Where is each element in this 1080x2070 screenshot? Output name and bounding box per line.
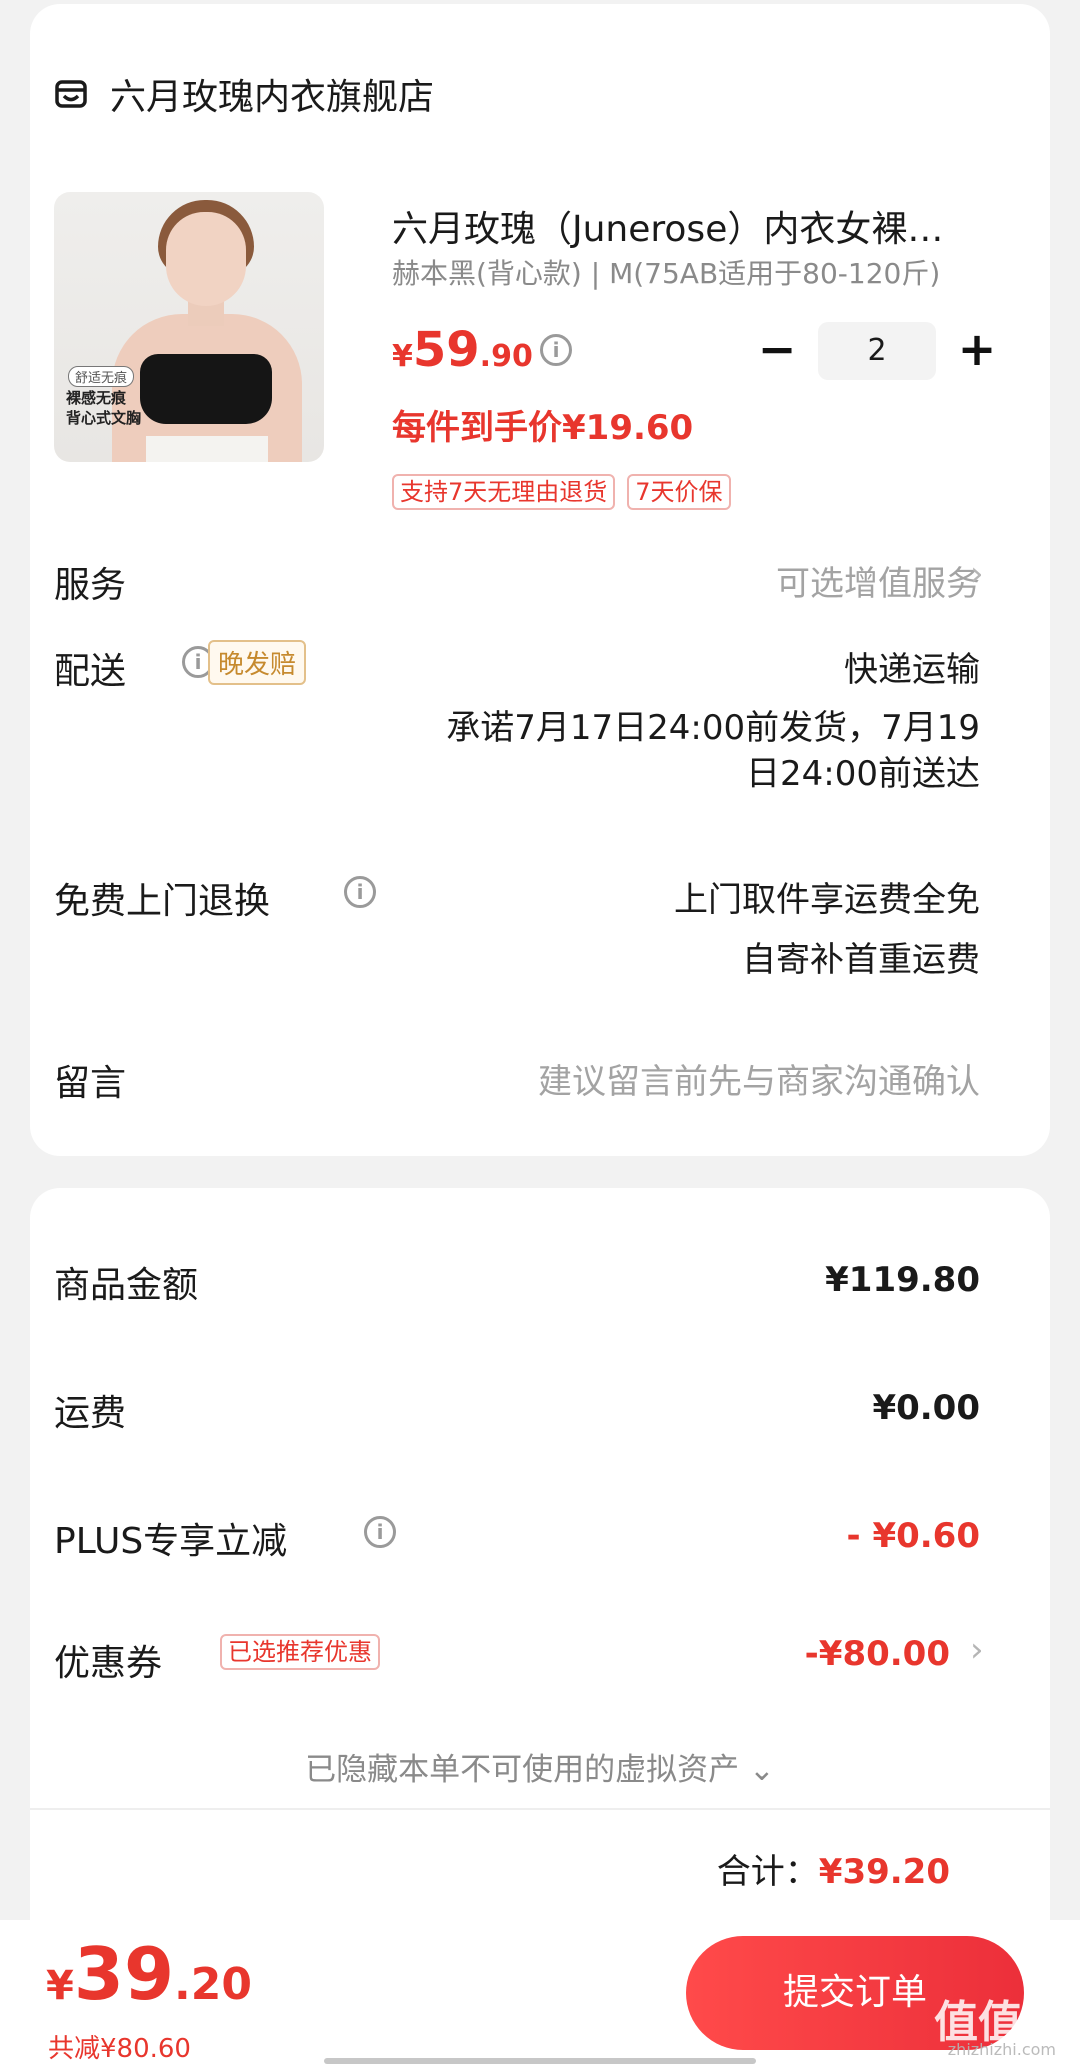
total-saved: 共减¥80.60 — [48, 2034, 191, 2064]
product-price: ¥ 59 .90 — [392, 322, 533, 378]
goods-amount-label: 商品金额 — [54, 1265, 199, 1306]
shipping-value: ¥0.00 — [872, 1388, 980, 1428]
free-return-label: 免费上门退换 — [54, 881, 271, 922]
late-compensation-badge: 晚发赔 — [208, 640, 307, 685]
product-tags: 支持7天无理由退货 7天价保 — [392, 474, 731, 510]
free-return-line1: 上门取件享运费全免 — [674, 880, 980, 920]
product-title[interactable]: 六月玫瑰（Junerose）内衣女裸… — [392, 200, 972, 252]
return-policy-badge: 支持7天无理由退货 — [392, 474, 616, 510]
free-return-line2: 自寄补首重运费 — [742, 940, 980, 980]
goods-amount-value: ¥119.80 — [825, 1260, 980, 1300]
total-value: ¥39.20 — [818, 1852, 950, 1892]
service-value[interactable]: 可选增值服务 — [776, 556, 980, 605]
image-tag-desc: 裸感无痕 背心式文胸 — [66, 389, 142, 427]
delivery-label: 配送 — [54, 651, 127, 692]
total-label: 合计： — [716, 1852, 819, 1892]
order-total: 合计：¥39.20 — [717, 1844, 950, 1893]
minus-button[interactable]: − — [752, 326, 802, 376]
delivery-promise-line2: 日24:00前送达 — [746, 754, 980, 794]
payable-price: ¥ 39 .20 — [46, 1932, 252, 2016]
message-input[interactable]: 建议留言前先与商家沟通确认 — [538, 1054, 980, 1103]
shipping-label: 运费 — [54, 1393, 127, 1434]
shop-name: 六月玫瑰内衣旗舰店 — [110, 77, 435, 118]
price-protect-badge: 7天价保 — [627, 474, 731, 510]
coupon-selected-badge: 已选推荐优惠 — [220, 1634, 380, 1670]
product-image[interactable]: 舒适无痕 裸感无痕 背心式文胸 — [54, 192, 324, 462]
info-icon[interactable]: i — [344, 876, 376, 908]
home-indicator[interactable] — [324, 2058, 756, 2064]
shop-header[interactable]: 六月玫瑰内衣旗舰店 — [54, 68, 434, 120]
quantity-stepper: − 2 + — [752, 322, 1002, 380]
delivery-promise-line1: 承诺7月17日24:00前发货，7月19 — [446, 708, 980, 748]
coupon-value[interactable]: -¥80.00 — [805, 1634, 950, 1674]
coupon-label: 优惠券 — [54, 1643, 163, 1684]
service-label: 服务 — [54, 565, 127, 606]
image-tag-comfort: 舒适无痕 — [68, 366, 135, 387]
divider — [30, 1808, 1050, 1810]
info-icon[interactable]: i — [540, 334, 572, 366]
chevron-right-icon[interactable]: › — [970, 554, 984, 594]
product-spec[interactable]: 赫本黑(背心款) | M(75AB适用于80-120斤) — [392, 252, 972, 292]
plus-button[interactable]: + — [952, 326, 1002, 376]
quantity-input[interactable]: 2 — [818, 322, 936, 380]
unit-price: 每件到手价¥19.60 — [392, 408, 694, 448]
plus-discount-label: PLUS专享立减 — [54, 1521, 288, 1562]
delivery-method[interactable]: 快递运输 — [844, 642, 980, 691]
message-label: 留言 — [54, 1063, 127, 1104]
info-icon[interactable]: i — [364, 1516, 396, 1548]
plus-discount-value: - ¥0.60 — [846, 1516, 981, 1556]
hidden-assets-toggle[interactable]: 已隐藏本单不可使用的虚拟资产 ⌄ — [0, 1744, 1080, 1789]
chevron-right-icon[interactable]: › — [970, 1630, 984, 1670]
watermark-url: zhizhizhi.com — [947, 2040, 1056, 2059]
store-icon — [55, 80, 87, 108]
